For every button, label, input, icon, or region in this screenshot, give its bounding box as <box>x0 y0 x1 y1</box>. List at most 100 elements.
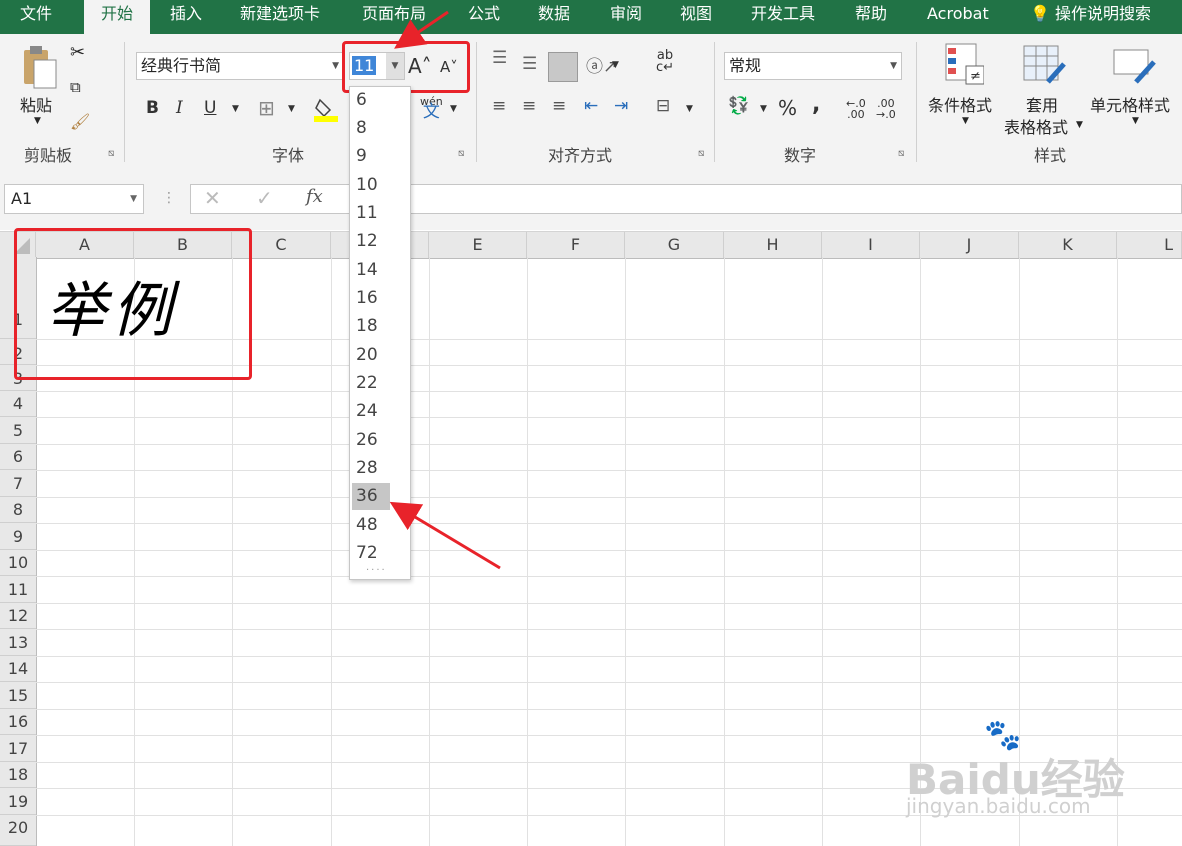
chevron-down-icon[interactable]: ▼ <box>332 53 339 79</box>
row-header[interactable]: 13 <box>0 629 36 656</box>
chevron-down-icon[interactable]: ▼ <box>686 104 693 114</box>
name-box[interactable]: A1 ▼ <box>4 184 144 214</box>
row-header[interactable]: 7 <box>0 470 36 497</box>
row-header[interactable]: 5 <box>0 417 36 444</box>
font-name-combobox[interactable]: 经典行书简 ▼ <box>136 52 344 80</box>
tab-help[interactable]: 帮助 <box>855 0 887 34</box>
decrease-decimal-icon[interactable]: .00 →.0 <box>876 98 896 120</box>
font-size-option[interactable]: 26 <box>352 427 390 454</box>
tab-file[interactable]: 文件 <box>20 0 52 34</box>
format-as-table-icon[interactable] <box>1022 44 1066 86</box>
font-size-option[interactable]: 48 <box>352 512 390 539</box>
tab-page-layout[interactable]: 页面布局 <box>362 0 426 34</box>
cell-styles-button[interactable]: 单元格样式 <box>1090 92 1170 116</box>
wrap-text-icon[interactable]: ab c↵ <box>656 49 674 74</box>
column-header[interactable]: J <box>920 232 1019 258</box>
format-painter-icon[interactable]: 🖌 <box>70 112 90 131</box>
chevron-down-icon[interactable]: ▼ <box>1076 120 1083 130</box>
fill-color-icon[interactable] <box>314 96 338 122</box>
row-header[interactable]: 8 <box>0 497 36 523</box>
conditional-formatting-icon[interactable]: ≠ <box>944 42 985 86</box>
align-middle-icon[interactable]: ☰ <box>522 54 537 74</box>
row-header[interactable]: 11 <box>0 576 36 603</box>
chevron-down-icon[interactable]: ▼ <box>760 104 767 114</box>
font-size-option[interactable]: 8 <box>352 115 390 142</box>
column-header[interactable]: K <box>1019 232 1117 258</box>
merge-center-icon[interactable]: ⊟ <box>656 96 670 116</box>
percent-style-button[interactable]: % <box>778 96 797 120</box>
tab-data[interactable]: 数据 <box>538 0 570 34</box>
align-top-icon[interactable]: ☰ <box>492 48 507 68</box>
clipboard-launcher-icon[interactable]: ⧅ <box>108 148 114 159</box>
cancel-icon[interactable]: ✕ <box>204 186 221 210</box>
font-size-option-selected[interactable]: 36 <box>352 483 390 510</box>
font-size-option[interactable]: 22 <box>352 370 390 397</box>
column-header[interactable]: G <box>625 232 724 258</box>
chevron-down-icon[interactable]: ▼ <box>450 104 457 114</box>
font-size-option[interactable]: 28 <box>352 455 390 482</box>
format-as-table-line1[interactable]: 套用 <box>1026 92 1058 116</box>
row-header[interactable]: 14 <box>0 656 36 682</box>
row-header[interactable]: 6 <box>0 444 36 470</box>
column-header[interactable]: F <box>527 232 625 258</box>
font-size-option[interactable]: 6 <box>352 87 390 114</box>
chevron-down-icon[interactable]: ▼ <box>612 60 619 70</box>
row-header[interactable]: 16 <box>0 709 36 735</box>
row-header[interactable]: 10 <box>0 550 36 576</box>
font-size-option[interactable]: 24 <box>352 398 390 425</box>
row-header[interactable]: 15 <box>0 682 36 709</box>
align-left-icon[interactable]: ≡ <box>492 96 506 116</box>
chevron-down-icon[interactable]: ▼ <box>890 53 897 79</box>
increase-indent-icon[interactable]: ⇥ <box>614 96 628 116</box>
format-as-table-line2[interactable]: 表格格式 <box>1004 114 1068 138</box>
tab-formulas[interactable]: 公式 <box>468 0 500 34</box>
tab-insert[interactable]: 插入 <box>170 0 202 34</box>
resize-grip-icon[interactable]: ···· <box>366 565 387 576</box>
chevron-down-icon[interactable]: ▼ <box>962 116 969 126</box>
chevron-down-icon[interactable]: ▼ <box>288 104 295 114</box>
copy-icon[interactable]: ⧉ <box>70 78 81 96</box>
decrease-indent-icon[interactable]: ⇤ <box>584 96 598 116</box>
align-right-icon[interactable]: ≡ <box>552 96 566 116</box>
italic-button[interactable]: I <box>176 98 183 118</box>
row-header[interactable]: 4 <box>0 391 36 417</box>
column-header[interactable]: I <box>822 232 920 258</box>
accounting-format-icon[interactable]: 💱 <box>728 96 749 116</box>
font-size-option[interactable]: 20 <box>352 342 390 369</box>
font-size-option[interactable]: 14 <box>352 257 390 284</box>
align-bottom-icon[interactable] <box>548 52 578 82</box>
cut-icon[interactable]: ✂ <box>70 42 85 63</box>
tab-developer[interactable]: 开发工具 <box>751 0 815 34</box>
borders-icon[interactable]: ⊞ <box>258 96 275 120</box>
paste-dropdown-icon[interactable]: ▼ <box>34 116 41 126</box>
font-size-option[interactable]: 16 <box>352 285 390 312</box>
comma-style-button[interactable]: , <box>812 92 820 117</box>
underline-button[interactable]: U <box>204 98 216 118</box>
tell-me-search[interactable]: 💡 操作说明搜索 <box>1030 0 1151 34</box>
tab-new-tab[interactable]: 新建选项卡 <box>240 0 320 34</box>
paste-icon[interactable] <box>20 44 60 92</box>
row-header[interactable]: 12 <box>0 603 36 629</box>
tab-home[interactable]: 开始 <box>84 0 150 36</box>
chevron-down-icon[interactable]: ▼ <box>130 185 137 213</box>
font-size-option[interactable]: 12 <box>352 228 390 255</box>
tab-view[interactable]: 视图 <box>680 0 712 34</box>
font-launcher-icon[interactable]: ⧅ <box>458 148 464 159</box>
bold-button[interactable]: B <box>146 98 159 118</box>
tab-review[interactable]: 审阅 <box>610 0 642 34</box>
row-header[interactable]: 17 <box>0 735 36 762</box>
paste-button[interactable]: 粘贴 <box>20 92 52 116</box>
row-header[interactable]: 18 <box>0 762 36 788</box>
enter-icon[interactable]: ✓ <box>256 186 273 210</box>
alignment-launcher-icon[interactable]: ⧅ <box>698 148 704 159</box>
chevron-down-icon[interactable]: ▼ <box>232 104 239 114</box>
increase-decimal-icon[interactable]: ←.0.00 <box>846 98 866 120</box>
column-header[interactable]: E <box>429 232 527 258</box>
conditional-formatting-button[interactable]: 条件格式 <box>928 92 992 116</box>
font-size-option[interactable]: 72 <box>352 540 390 567</box>
font-size-option[interactable]: 10 <box>352 172 390 199</box>
number-launcher-icon[interactable]: ⧅ <box>898 148 904 159</box>
font-size-option[interactable]: 18 <box>352 313 390 340</box>
row-header[interactable]: 19 <box>0 788 36 815</box>
number-format-combobox[interactable]: 常规 ▼ <box>724 52 902 80</box>
